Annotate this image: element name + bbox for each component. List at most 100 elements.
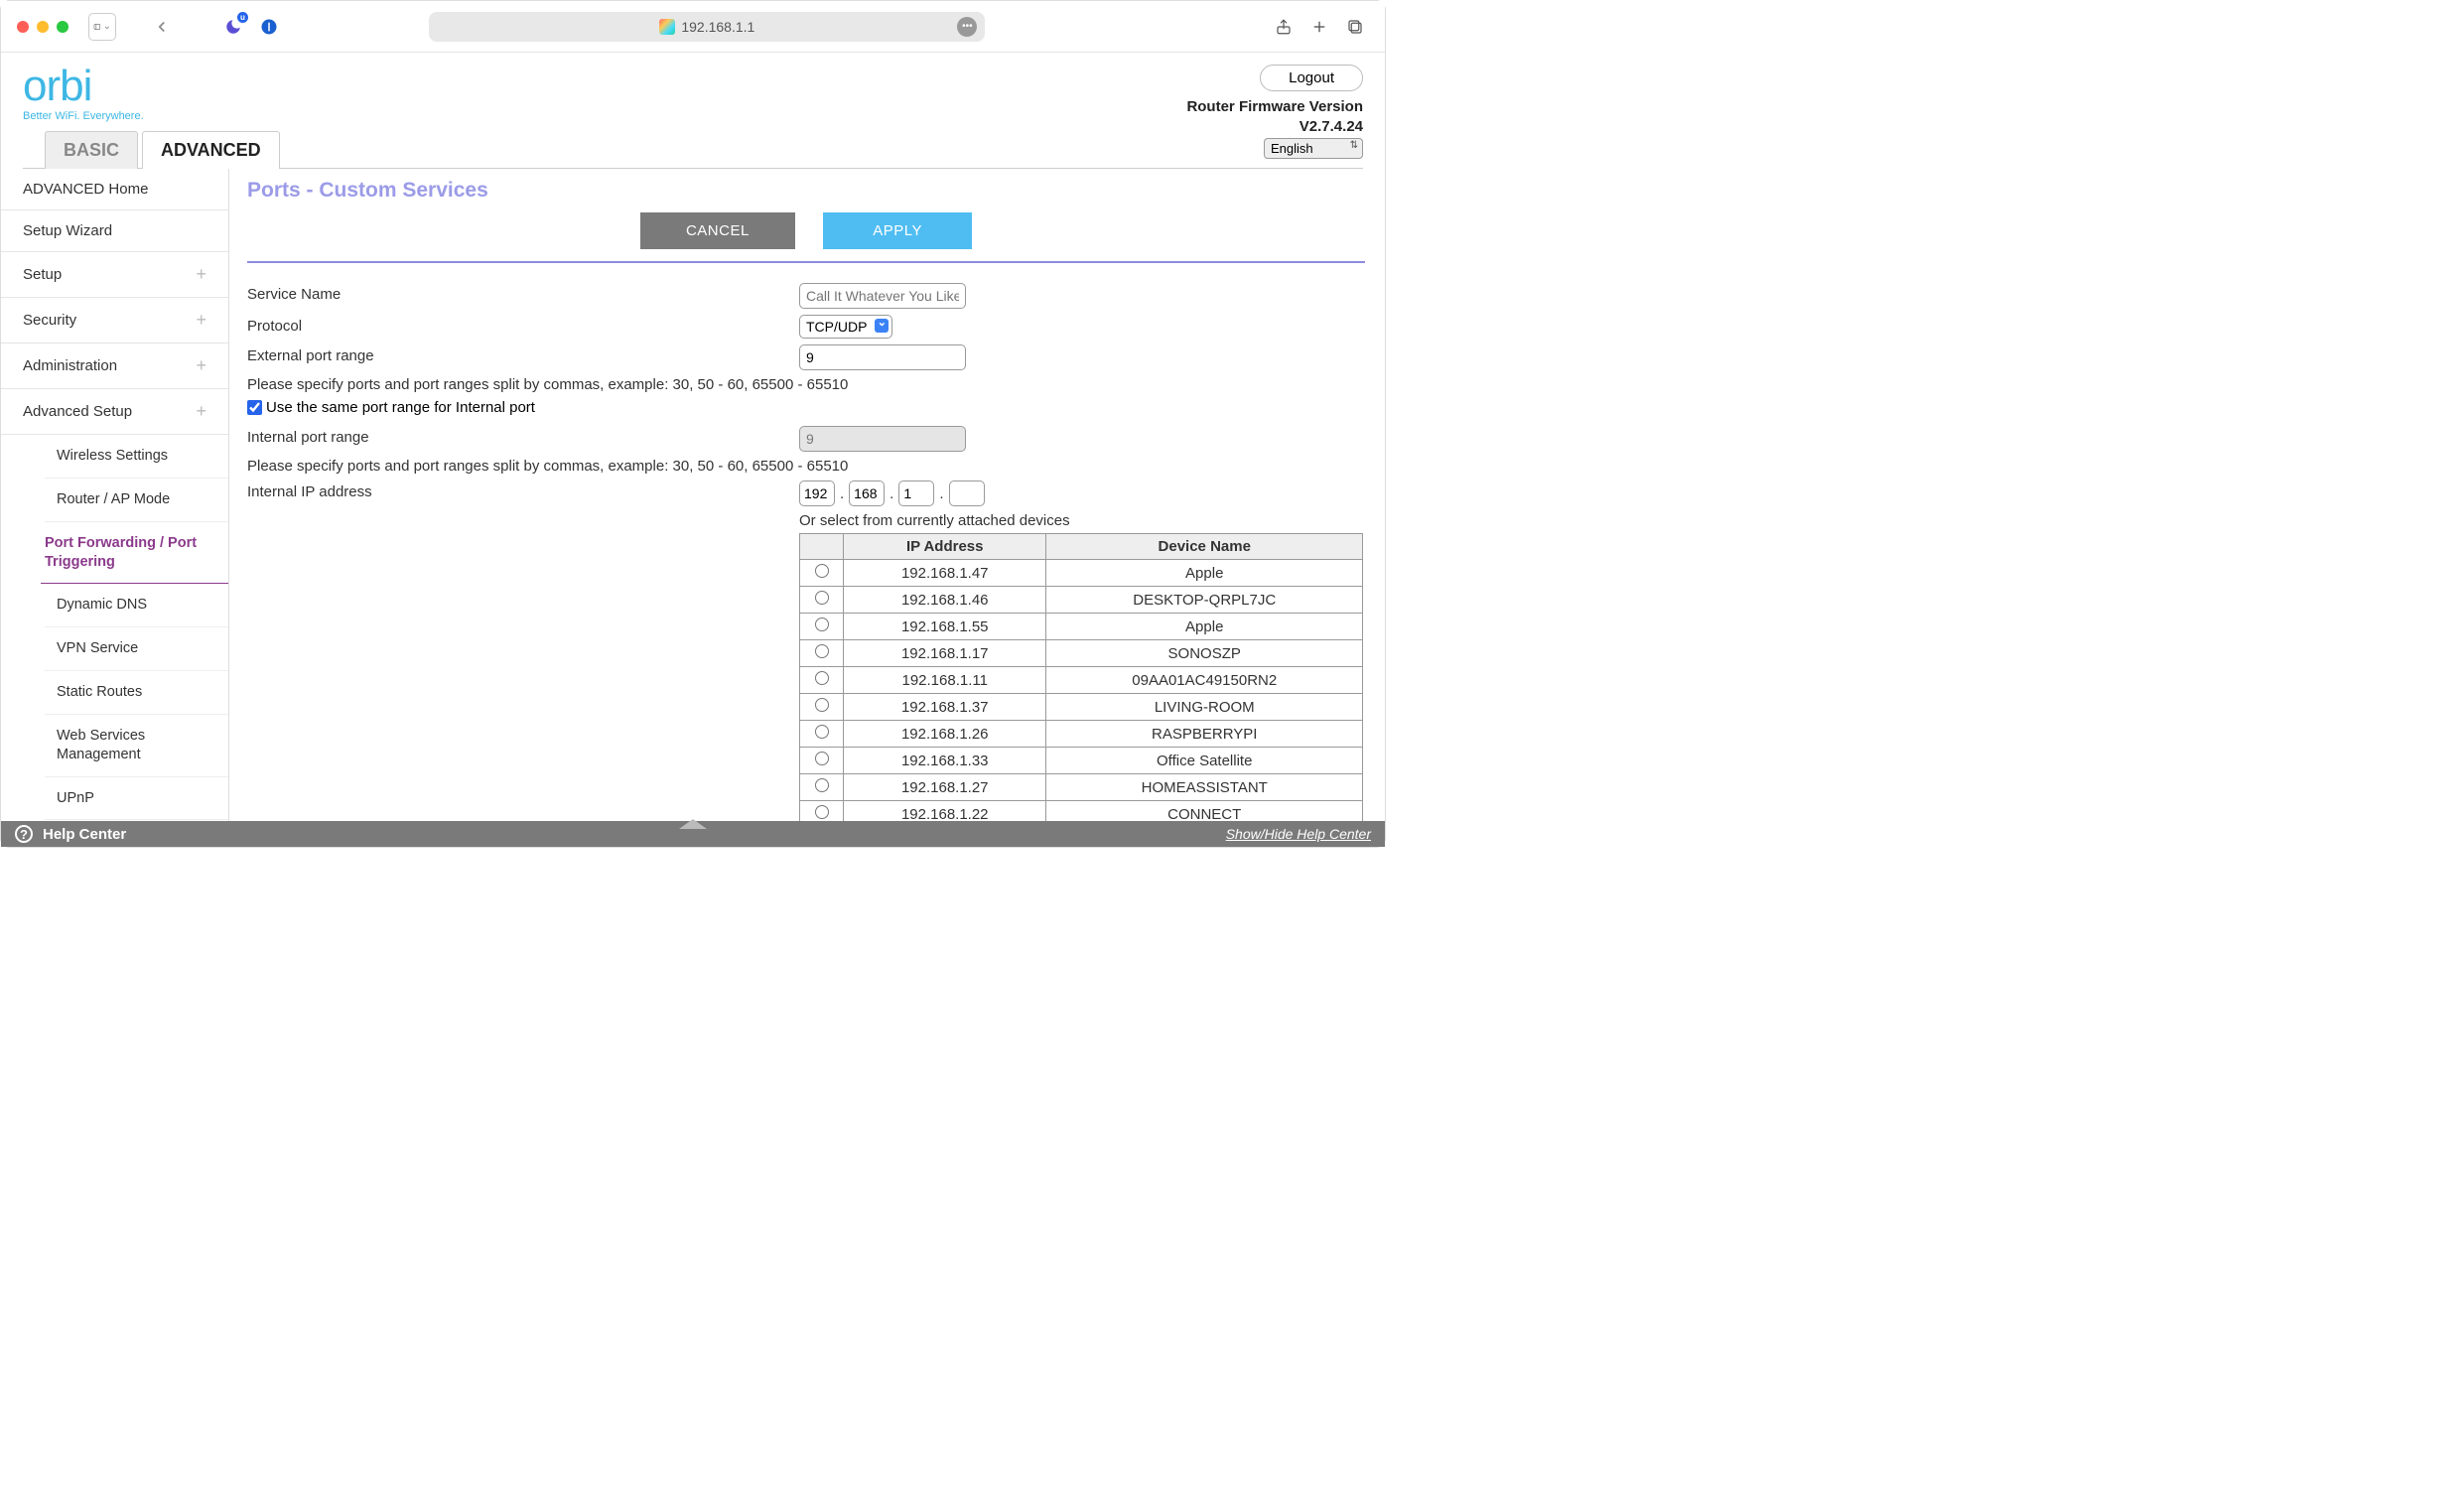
table-header-select bbox=[800, 534, 844, 560]
device-ip-cell: 192.168.1.17 bbox=[844, 640, 1046, 667]
device-name-cell: HOMEASSISTANT bbox=[1046, 774, 1363, 801]
same-port-label: Use the same port range for Internal por… bbox=[266, 399, 535, 416]
logout-button[interactable]: Logout bbox=[1260, 65, 1363, 91]
nav-advanced-home[interactable]: ADVANCED Home bbox=[1, 169, 228, 210]
subnav-wireless-settings[interactable]: Wireless Settings bbox=[45, 435, 228, 479]
subnav-dynamic-dns[interactable]: Dynamic DNS bbox=[45, 584, 228, 627]
subnav-upnp[interactable]: UPnP bbox=[45, 777, 228, 821]
device-select-radio[interactable] bbox=[815, 778, 829, 792]
table-row: 192.168.1.1109AA01AC49150RN2 bbox=[800, 667, 1363, 694]
subnav-vpn-service[interactable]: VPN Service bbox=[45, 627, 228, 671]
close-window-icon[interactable] bbox=[17, 21, 29, 33]
device-select-radio[interactable] bbox=[815, 617, 829, 631]
device-select-radio[interactable] bbox=[815, 725, 829, 739]
or-select-label: Or select from currently attached device… bbox=[799, 512, 1363, 529]
onepassword-icon[interactable] bbox=[255, 13, 283, 41]
device-ip-cell: 192.168.1.33 bbox=[844, 748, 1046, 774]
share-button[interactable] bbox=[1270, 13, 1298, 41]
subnav-router-ap-mode[interactable]: Router / AP Mode bbox=[45, 479, 228, 522]
external-port-hint: Please specify ports and port ranges spl… bbox=[247, 376, 1365, 393]
device-name-cell: LIVING-ROOM bbox=[1046, 694, 1363, 721]
device-select-radio[interactable] bbox=[815, 591, 829, 605]
window-controls bbox=[17, 21, 68, 33]
device-ip-cell: 192.168.1.47 bbox=[844, 560, 1046, 587]
nav-advanced-setup[interactable]: Advanced Setup+ bbox=[1, 389, 228, 435]
ip-octet-3-input[interactable] bbox=[898, 480, 934, 506]
browser-toolbar: ⌄ u 192.168.1.1 ••• bbox=[1, 1, 1385, 53]
side-navigation: ADVANCED Home Setup Wizard Setup+ Securi… bbox=[1, 169, 229, 847]
extension-icon[interactable]: u bbox=[219, 13, 247, 41]
device-select-radio[interactable] bbox=[815, 805, 829, 819]
help-center-title: Help Center bbox=[43, 826, 126, 843]
internal-port-label: Internal port range bbox=[247, 426, 799, 446]
firmware-version-label: Router Firmware VersionV2.7.4.24 bbox=[1186, 97, 1363, 136]
device-ip-cell: 192.168.1.37 bbox=[844, 694, 1046, 721]
main-content: Ports - Custom Services CANCEL APPLY Ser… bbox=[229, 169, 1385, 847]
internal-port-input bbox=[799, 426, 966, 452]
nav-setup[interactable]: Setup+ bbox=[1, 252, 228, 298]
device-name-cell: Apple bbox=[1046, 560, 1363, 587]
device-select-radio[interactable] bbox=[815, 752, 829, 765]
sidebar-toggle-button[interactable]: ⌄ bbox=[88, 13, 116, 41]
subnav-port-forwarding[interactable]: Port Forwarding / Port Triggering bbox=[41, 522, 228, 585]
table-row: 192.168.1.27HOMEASSISTANT bbox=[800, 774, 1363, 801]
table-row: 192.168.1.55Apple bbox=[800, 614, 1363, 640]
device-table: IP Address Device Name 192.168.1.47Apple… bbox=[799, 533, 1363, 847]
device-select-radio[interactable] bbox=[815, 698, 829, 712]
table-row: 192.168.1.26RASPBERRYPI bbox=[800, 721, 1363, 748]
device-name-cell: RASPBERRYPI bbox=[1046, 721, 1363, 748]
device-select-radio[interactable] bbox=[815, 671, 829, 685]
internal-ip-label: Internal IP address bbox=[247, 480, 799, 500]
protocol-label: Protocol bbox=[247, 315, 799, 335]
help-center-bar[interactable]: ? Help Center Show/Hide Help Center bbox=[1, 821, 1385, 847]
page-title: Ports - Custom Services bbox=[247, 179, 1365, 203]
tab-advanced[interactable]: ADVANCED bbox=[142, 131, 280, 169]
back-button[interactable] bbox=[148, 13, 176, 41]
external-port-label: External port range bbox=[247, 344, 799, 364]
ip-octet-1-input[interactable] bbox=[799, 480, 835, 506]
nav-administration[interactable]: Administration+ bbox=[1, 343, 228, 389]
ip-octet-4-input[interactable] bbox=[949, 480, 985, 506]
device-select-radio[interactable] bbox=[815, 564, 829, 578]
page-settings-icon[interactable]: ••• bbox=[957, 17, 977, 37]
tab-basic[interactable]: BASIC bbox=[45, 131, 138, 169]
language-select[interactable]: English bbox=[1264, 138, 1363, 159]
brand-logo: orbi bbox=[23, 65, 1363, 108]
table-row: 192.168.1.46DESKTOP-QRPL7JC bbox=[800, 587, 1363, 614]
subnav-static-routes[interactable]: Static Routes bbox=[45, 671, 228, 715]
new-tab-button[interactable] bbox=[1305, 13, 1333, 41]
ip-octet-2-input[interactable] bbox=[849, 480, 885, 506]
fullscreen-window-icon[interactable] bbox=[57, 21, 68, 33]
nav-setup-wizard[interactable]: Setup Wizard bbox=[1, 210, 228, 252]
device-ip-cell: 192.168.1.11 bbox=[844, 667, 1046, 694]
help-icon: ? bbox=[15, 825, 33, 843]
external-port-input[interactable] bbox=[799, 344, 966, 370]
table-row: 192.168.1.33Office Satellite bbox=[800, 748, 1363, 774]
device-ip-cell: 192.168.1.26 bbox=[844, 721, 1046, 748]
table-row: 192.168.1.37LIVING-ROOM bbox=[800, 694, 1363, 721]
device-name-cell: Office Satellite bbox=[1046, 748, 1363, 774]
help-toggle-link[interactable]: Show/Hide Help Center bbox=[1226, 826, 1371, 842]
device-name-cell: DESKTOP-QRPL7JC bbox=[1046, 587, 1363, 614]
cancel-button[interactable]: CANCEL bbox=[640, 212, 795, 249]
device-name-cell: 09AA01AC49150RN2 bbox=[1046, 667, 1363, 694]
url-text: 192.168.1.1 bbox=[681, 19, 754, 35]
page-header: orbi Better WiFi. Everywhere. Logout Rou… bbox=[1, 53, 1385, 169]
same-port-checkbox[interactable] bbox=[247, 400, 262, 415]
subnav-web-services[interactable]: Web Services Management bbox=[45, 715, 228, 777]
chevron-up-icon[interactable] bbox=[679, 819, 707, 829]
service-name-label: Service Name bbox=[247, 283, 799, 303]
service-name-input[interactable] bbox=[799, 283, 966, 309]
apply-button[interactable]: APPLY bbox=[823, 212, 972, 249]
address-bar[interactable]: 192.168.1.1 ••• bbox=[429, 12, 985, 42]
minimize-window-icon[interactable] bbox=[37, 21, 49, 33]
device-select-radio[interactable] bbox=[815, 644, 829, 658]
tab-overview-button[interactable] bbox=[1341, 13, 1369, 41]
internal-port-hint: Please specify ports and port ranges spl… bbox=[247, 458, 1365, 475]
nav-security[interactable]: Security+ bbox=[1, 298, 228, 343]
plus-icon: + bbox=[196, 310, 206, 331]
plus-icon: + bbox=[196, 355, 206, 376]
device-ip-cell: 192.168.1.46 bbox=[844, 587, 1046, 614]
protocol-select[interactable]: TCP/UDP bbox=[799, 315, 892, 339]
table-row: 192.168.1.17SONOSZP bbox=[800, 640, 1363, 667]
